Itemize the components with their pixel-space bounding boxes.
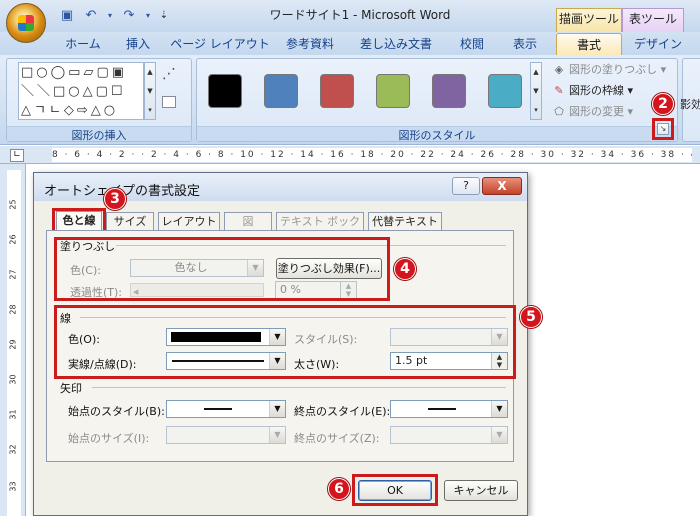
tab-home[interactable]: ホーム (60, 33, 106, 55)
vruler-number: 31 (8, 409, 18, 420)
ruler-scale: 8 · 6 · 4 · 2 · · 2 · 4 · 6 · 8 · 10 · 1… (52, 148, 692, 162)
shapes-row: △ㄱㄴ◇⇨△○ (21, 103, 119, 118)
change-shape-label: 図形の変更 (569, 105, 624, 118)
tab-references[interactable]: 参考資料 (280, 33, 340, 55)
ok-highlight (352, 474, 438, 506)
end-style-dropdown-icon[interactable]: ▼ (491, 401, 507, 417)
arrows-section-title: 矢印 (60, 382, 82, 395)
undo-dropdown-icon[interactable]: ▾ (106, 8, 114, 24)
save-icon[interactable]: ▣ (58, 8, 76, 24)
office-logo-icon (18, 15, 34, 31)
vruler-number: 32 (8, 444, 18, 455)
change-shape-button[interactable]: ⬠ 図形の変更 ▾ (552, 103, 633, 121)
vruler-number: 33 (8, 481, 18, 492)
vruler-number: 28 (8, 304, 18, 315)
redo-icon[interactable]: ↷ (120, 8, 138, 24)
tab-picture[interactable]: 図 (224, 212, 272, 231)
vruler-number: 25 (8, 199, 18, 210)
style-swatch-aqua[interactable] (488, 74, 522, 108)
edit-points-icon[interactable]: ⋰ (162, 66, 176, 82)
shapes-gallery[interactable]: □○◯▭▱▢▣ ＼＼□○△▢☐ △ㄱㄴ◇⇨△○ (18, 62, 144, 120)
context-tab-drawing-tools: 描画ツール (556, 8, 622, 32)
tab-mailings[interactable]: 差し込み文書 (356, 33, 436, 55)
shapes-row: □○◯▭▱▢▣ (21, 65, 128, 80)
office-button[interactable] (6, 3, 46, 43)
style-swatch-blue[interactable] (264, 74, 298, 108)
begin-size-dropdown-icon: ▼ (269, 427, 285, 443)
undo-icon[interactable]: ↶ (82, 8, 100, 24)
tab-size[interactable]: サイズ (106, 212, 154, 231)
shape-outline-button[interactable]: ✎ 図形の枠線 ▾ (552, 82, 633, 100)
redo-dropdown-icon[interactable]: ▾ (144, 8, 152, 24)
group-insert-shapes-label: 図形の挿入 (7, 126, 191, 142)
tab-insert[interactable]: 挿入 (118, 33, 158, 55)
begin-style-label: 始点のスタイル(B): (68, 405, 165, 418)
vruler-number: 27 (8, 269, 18, 280)
shadow-effects-label[interactable]: 影効 (680, 96, 700, 114)
shapes-gallery-scroll[interactable]: ▲ ▼ ▾ (144, 62, 156, 120)
end-size-dropdown-icon: ▼ (491, 427, 507, 443)
end-style-label: 終点のスタイル(E): (294, 405, 391, 418)
styles-gallery-scroll[interactable]: ▲ ▼ ▾ (530, 62, 542, 120)
tab-text-box[interactable]: テキスト ボックス (276, 212, 364, 246)
tab-design[interactable]: デザイン (628, 33, 688, 55)
line-highlight (54, 305, 516, 379)
style-swatch-red[interactable] (320, 74, 354, 108)
callout-badge-4: 4 (394, 258, 416, 280)
shape-fill-button[interactable]: ◈ 図形の塗りつぶし ▾ (552, 61, 666, 79)
tab-view[interactable]: 表示 (505, 33, 545, 55)
end-size-label: 終点のサイズ(Z): (294, 432, 380, 445)
close-button[interactable]: X (482, 177, 522, 195)
callout-badge-6: 6 (328, 478, 350, 500)
tab-page-layout[interactable]: ページ レイアウト (170, 33, 270, 55)
tab-layout[interactable]: レイアウト (158, 212, 220, 231)
begin-size-label: 始点のサイズ(I): (68, 432, 150, 445)
tab-selector-icon[interactable]: ∟ (10, 149, 24, 162)
help-button[interactable]: ? (452, 177, 480, 195)
text-box-icon[interactable] (162, 96, 176, 108)
customize-qat-icon[interactable]: ⇣ (158, 8, 170, 24)
vruler-number: 30 (8, 374, 18, 385)
context-tab-table-tools: 表ツール (622, 8, 684, 32)
begin-style-sample (204, 408, 232, 410)
end-style-sample (428, 408, 456, 410)
fill-highlight (54, 237, 390, 301)
style-swatch-purple[interactable] (432, 74, 466, 108)
tab-alt-text[interactable]: 代替テキスト (368, 212, 442, 231)
vruler-number: 26 (8, 234, 18, 245)
begin-size-combo (166, 426, 286, 444)
vruler-number: 29 (8, 339, 18, 350)
paint-bucket-icon: ◈ (554, 63, 564, 76)
style-swatch-black[interactable] (208, 74, 242, 108)
change-shape-icon: ⬠ (554, 105, 564, 118)
tab-format[interactable]: 書式 (556, 33, 622, 55)
style-swatch-green[interactable] (376, 74, 410, 108)
group-shape-styles-label: 図形のスタイル (197, 126, 677, 142)
window-title: ワードサイト1 - Microsoft Word (269, 8, 451, 22)
quick-access-toolbar: ▣ ↶ ▾ ↷ ▾ ⇣ (58, 6, 170, 26)
begin-style-dropdown-icon[interactable]: ▼ (269, 401, 285, 417)
shape-fill-label: 図形の塗りつぶし (569, 63, 658, 76)
shapes-row: ＼＼□○△▢☐ (21, 84, 126, 99)
shape-outline-label: 図形の枠線 (569, 84, 624, 97)
cancel-button[interactable]: キャンセル (444, 480, 518, 501)
tab-review[interactable]: 校閲 (452, 33, 492, 55)
pen-icon: ✎ (554, 84, 564, 97)
callout-badge-5: 5 (520, 306, 542, 328)
callout-badge-2: 2 (652, 93, 674, 115)
callout-badge-3: 3 (104, 188, 126, 210)
arrows-divider (92, 387, 506, 388)
dialog-launcher-icon[interactable]: ↘ (657, 123, 669, 135)
